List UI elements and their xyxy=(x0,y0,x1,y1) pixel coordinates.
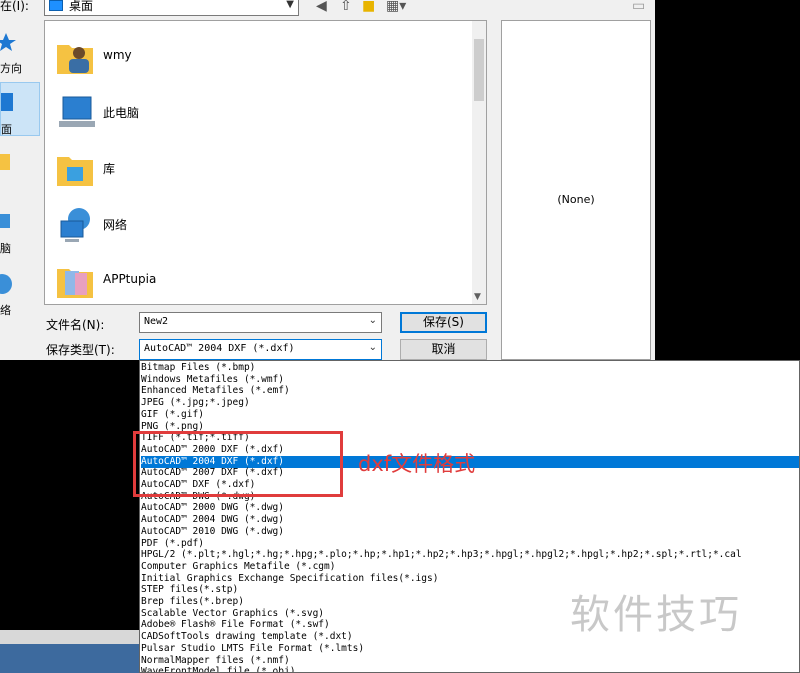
filetype-select[interactable]: AutoCAD™ 2004 DXF (*.dxf) ⌄ xyxy=(139,339,382,360)
file-name: 网络 xyxy=(103,218,128,232)
image-folder-icon xyxy=(57,269,93,298)
filetype-label: 保存类型(T): xyxy=(46,343,115,357)
window-strip xyxy=(0,630,139,644)
place-this-pc[interactable]: 脑 xyxy=(0,208,40,260)
filename-value: New2 xyxy=(144,316,169,327)
computer-icon xyxy=(0,214,10,228)
place-label: 络 xyxy=(0,304,11,317)
new-folder-icon[interactable]: ■ xyxy=(362,0,375,14)
look-in-combo[interactable]: 桌面 ▼ xyxy=(44,0,299,16)
filetype-option[interactable]: HPGL/2 (*.plt;*.hgl;*.hg;*.hpg;*.plo;*.h… xyxy=(141,549,799,561)
list-item[interactable]: wmy xyxy=(55,33,455,81)
filetype-option[interactable]: AutoCAD™ 2010 DWG (*.dwg) xyxy=(141,526,799,538)
filetype-option[interactable]: JPEG (*.jpg;*.jpeg) xyxy=(141,397,799,409)
chevron-down-icon[interactable]: ⌄ xyxy=(369,342,377,353)
filetype-option[interactable]: Computer Graphics Metafile (*.cgm) xyxy=(141,561,799,573)
list-item[interactable]: APPtupia xyxy=(55,257,455,305)
places-bar: 方向 面 脑 络 xyxy=(0,20,40,360)
network-icon xyxy=(0,274,12,294)
network-globe-icon xyxy=(60,208,90,242)
preview-toggle-icon[interactable]: ▭ xyxy=(632,0,645,14)
highlight-box xyxy=(133,431,343,497)
place-desktop[interactable]: 面 xyxy=(0,82,40,136)
cancel-button[interactable]: 取消 xyxy=(400,339,487,360)
file-name: wmy xyxy=(103,48,132,62)
save-dialog: 在(I): 桌面 ▼ ◀ ⇧ ■ ▦▾ ▭ 方向 面 脑 络 wmy 此电脑 库… xyxy=(0,0,800,360)
file-name: APPtupia xyxy=(103,272,157,286)
filetype-value: AutoCAD™ 2004 DXF (*.dxf) xyxy=(144,343,295,354)
preview-text: (None) xyxy=(557,193,595,206)
desktop-icon xyxy=(49,0,63,11)
chevron-down-icon[interactable]: ⌄ xyxy=(369,315,377,326)
background-area xyxy=(655,0,800,360)
file-list[interactable]: wmy 此电脑 库 网络 APPtupia ▼ xyxy=(44,20,487,305)
place-network[interactable]: 络 xyxy=(0,268,40,320)
star-icon xyxy=(0,33,16,51)
computer-icon xyxy=(59,96,95,127)
look-in-value: 桌面 xyxy=(69,0,94,13)
filetype-option[interactable]: GIF (*.gif) xyxy=(141,409,799,421)
filetype-option[interactable]: WaveFrontModel file (*.obj) xyxy=(141,666,799,672)
folder-icon xyxy=(0,154,10,170)
filename-input[interactable]: New2 ⌄ xyxy=(139,312,382,333)
up-folder-icon[interactable]: ⇧ xyxy=(340,0,352,14)
file-name: 此电脑 xyxy=(103,106,140,120)
save-button[interactable]: 保存(S) xyxy=(400,312,487,333)
file-name: 库 xyxy=(103,162,116,176)
list-item[interactable]: 库 xyxy=(55,145,455,193)
filetype-option[interactable]: NormalMapper files (*.nmf) xyxy=(141,655,799,667)
user-folder-icon xyxy=(57,45,93,74)
list-item[interactable]: 此电脑 xyxy=(55,89,455,137)
place-label: 方向 xyxy=(0,62,22,75)
filetype-option[interactable]: AutoCAD™ 2000 DWG (*.dwg) xyxy=(141,502,799,514)
filetype-option[interactable]: Pulsar Studio LMTS File Format (*.lmts) xyxy=(141,643,799,655)
place-label: 面 xyxy=(1,123,12,136)
view-menu-icon[interactable]: ▦▾ xyxy=(386,0,406,14)
filetype-option[interactable]: PDF (*.pdf) xyxy=(141,538,799,550)
scroll-thumb[interactable] xyxy=(474,39,484,101)
place-label: 脑 xyxy=(0,242,11,255)
back-icon[interactable]: ◀ xyxy=(316,0,327,14)
scroll-down-icon[interactable]: ▼ xyxy=(474,292,481,302)
filetype-option[interactable]: AutoCAD™ 2004 DWG (*.dwg) xyxy=(141,514,799,526)
desktop-icon xyxy=(1,93,13,111)
filetype-option[interactable]: Windows Metafiles (*.wmf) xyxy=(141,374,799,386)
place-libraries[interactable] xyxy=(0,148,40,188)
filetype-option[interactable]: Bitmap Files (*.bmp) xyxy=(141,362,799,374)
vertical-scrollbar[interactable]: ▼ xyxy=(472,21,486,304)
watermark: 软件技巧 xyxy=(570,592,742,638)
look-in-label: 在(I): xyxy=(0,0,29,13)
preview-pane: (None) xyxy=(501,20,651,360)
background-window xyxy=(0,630,139,673)
annotation-text: dxf文件格式 xyxy=(358,452,476,476)
list-item[interactable]: 网络 xyxy=(55,201,455,249)
filename-label: 文件名(N): xyxy=(46,318,105,332)
library-folder-icon xyxy=(57,157,93,186)
filetype-option[interactable]: Enhanced Metafiles (*.emf) xyxy=(141,385,799,397)
chevron-down-icon: ▼ xyxy=(286,0,294,10)
place-quick-access[interactable]: 方向 xyxy=(0,30,40,76)
